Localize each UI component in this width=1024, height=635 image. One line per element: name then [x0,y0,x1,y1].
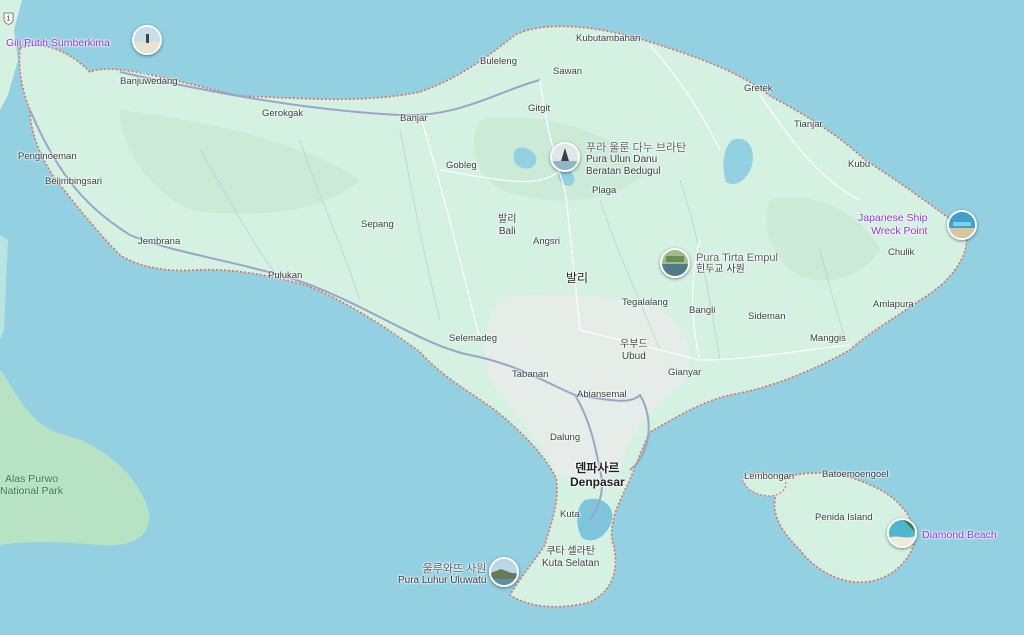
place-label: Banjuwedang [120,76,178,87]
place-label: Angsri [533,236,560,247]
poi-label-shipwreck[interactable]: Japanese Ship Wreck Point [858,212,927,238]
kuta-selatan-ko: 쿠타 셀라탄 [546,546,596,557]
place-label: Banjar [400,113,428,124]
place-label: Sideman [748,311,786,322]
ubud-ko: 우부드 [620,339,648,350]
place-label: Amlapura [873,299,914,310]
place-label: Tabanan [512,369,549,380]
place-label: Buleleng [480,56,517,67]
road-shield-icon: 1 [3,12,14,25]
place-label: Kubutambahan [576,33,641,44]
city-label-denpasar: 덴파사르 Denpasar [570,461,625,489]
poi-thumbnail-tirta-empul[interactable] [660,248,690,278]
park-label-line1: Alas Purwo [4,473,59,485]
place-label: Gianyar [668,367,702,378]
place-label-ubud: 우부드 Ubud [620,339,648,363]
place-label: Bangli [689,305,716,316]
shipwreck-line1: Japanese Ship [858,212,928,224]
poi-label-uluwatu[interactable]: 울루와뜨 사원 Pura Luhur Uluwatu [398,563,486,587]
region-label-ko: 발리 [498,214,517,225]
ulun-danu-en1: Pura Ulun Danu [586,154,658,165]
kuta-selatan-en: Kuta Selatan [542,558,600,569]
place-label: Batoemoengoel [822,469,889,480]
region-label-en: Bali [498,226,516,237]
place-label: Gerokgak [262,108,304,119]
uluwatu-en: Pura Luhur Uluwatu [398,575,487,586]
ulun-danu-ko: 푸라 울룬 다누 브라탄 [586,142,687,154]
place-label: Tegalalang [622,297,668,308]
place-label: Tianjar [794,119,823,130]
place-label: Dalung [550,432,581,443]
poi-thumbnail-shipwreck[interactable] [947,210,977,240]
poi-thumbnail-diamond-beach[interactable] [887,518,917,548]
place-label: Kubu [848,159,871,170]
place-label: Lembongan [744,471,795,482]
poi-thumbnail-gili-putih[interactable] [132,25,162,55]
place-label-kuta-selatan: 쿠타 셀라탄 Kuta Selatan [542,546,599,570]
place-label: Manggis [810,333,846,344]
place-label: Gitgit [528,103,551,114]
denpasar-en: Denpasar [570,475,625,489]
place-label: Abiansemal [577,389,627,400]
uluwatu-ko: 울루와뜨 사원 [422,563,487,575]
tirta-empul-name: Pura Tirta Empul [696,252,778,264]
ulun-danu-en2: Beratan Bedugul [586,166,661,177]
place-label: Gretek [744,83,773,94]
place-label: Kuta [560,509,580,520]
denpasar-ko: 덴파사르 [575,461,620,475]
place-label: Sawan [553,66,583,77]
shipwreck-line2: Wreck Point [871,225,928,237]
poi-label-gili-putih[interactable]: Gili Putih Sumberkima [6,37,110,49]
road-shield-label: 1 [7,16,11,23]
map-base [0,0,1024,635]
place-label: Sepang [361,219,394,230]
park-label: Alas Purwo National Park [0,473,63,497]
poi-thumbnail-uluwatu[interactable] [489,557,519,587]
region-label-bali-large: 발리 [566,271,589,285]
ubud-en: Ubud [621,351,646,362]
poi-label-diamond-beach[interactable]: Diamond Beach [922,529,997,541]
place-label: Gobleg [446,160,477,171]
place-label: Belimbingsari [45,176,103,187]
place-label: Penginoeman [18,151,77,162]
poi-label-ulun-danu[interactable]: 푸라 울룬 다누 브라탄 Pura Ulun Danu Beratan Bedu… [586,142,686,178]
place-label: Selemadeg [449,333,498,344]
region-label-bali: 발리 Bali [498,214,516,238]
place-label: Penida Island [815,512,873,523]
place-label: Plaga [592,185,617,196]
place-label: Jembrana [138,236,181,247]
poi-label-tirta-empul[interactable]: Pura Tirta Empul 힌두교 사원 [696,252,778,276]
poi-thumbnail-ulun-danu[interactable] [550,142,580,172]
map-canvas[interactable]: 1 Kubutambahan Buleleng Sawan Banjuwedan… [0,0,1024,635]
park-label-line2: National Park [0,485,64,497]
place-label: Chulik [888,247,915,258]
tirta-empul-ko: 힌두교 사원 [696,264,745,275]
place-label: Pulukan [268,270,303,281]
